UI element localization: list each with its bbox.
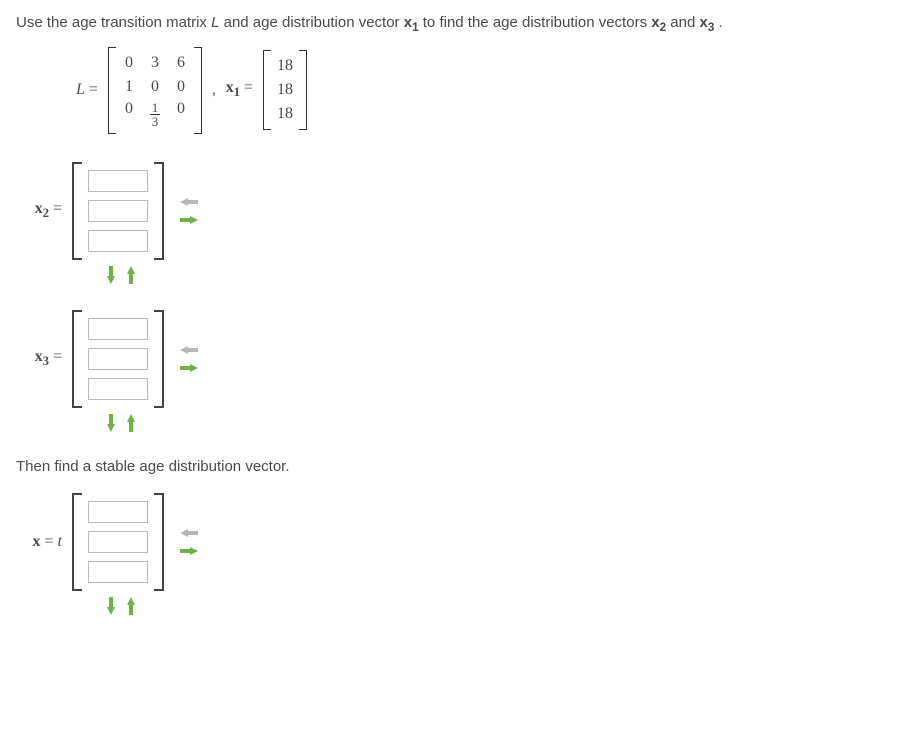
add-column-icon[interactable] (180, 544, 198, 558)
symbol-x2: x2 (651, 14, 666, 31)
symbol-L: L (211, 14, 219, 31)
L-0-2: 6 (174, 55, 188, 71)
x1-1: 18 (277, 82, 293, 98)
answer-x3-row: x3 = (16, 310, 900, 408)
matrix-L: 0 3 6 1 0 0 0 1 3 0 (108, 47, 202, 134)
remove-row-icon[interactable] (124, 414, 138, 432)
L-0-1: 3 (148, 55, 162, 71)
remove-row-icon[interactable] (124, 266, 138, 284)
x3-input-1[interactable] (88, 348, 148, 370)
vector-x1: 18 18 18 (263, 50, 307, 130)
x3-input-2[interactable] (88, 378, 148, 400)
text: to find the age distribution vectors (423, 14, 651, 31)
text: and age distribution vector (224, 14, 404, 31)
xt-row-controls (104, 597, 900, 615)
xt-input-1[interactable] (88, 531, 148, 553)
x3-input-0[interactable] (88, 318, 148, 340)
answer-xt-row: x = t (16, 493, 900, 591)
x2-input-2[interactable] (88, 230, 148, 252)
L-2-0: 0 (122, 101, 136, 128)
add-column-icon[interactable] (180, 361, 198, 375)
L-1-1: 0 (148, 79, 162, 95)
answer-matrix-x3 (72, 310, 164, 408)
x2-input-1[interactable] (88, 200, 148, 222)
x2-label: x2 = (16, 200, 62, 221)
L-0-0: 0 (122, 55, 136, 71)
add-row-icon[interactable] (104, 266, 118, 284)
x1-2: 18 (277, 106, 293, 122)
L-2-1: 1 3 (148, 101, 162, 128)
stable-instruction: Then find a stable age distribution vect… (16, 458, 900, 475)
L-1-2: 0 (174, 79, 188, 95)
symbol-x1: x1 (404, 14, 419, 31)
answer-matrix-xt (72, 493, 164, 591)
text: and (670, 14, 699, 31)
x3-row-controls (104, 414, 900, 432)
L-2-2: 0 (174, 101, 188, 128)
xt-input-0[interactable] (88, 501, 148, 523)
answer-matrix-x2 (72, 162, 164, 260)
remove-column-icon[interactable] (180, 343, 198, 357)
comma: , (212, 82, 216, 99)
x2-input-0[interactable] (88, 170, 148, 192)
add-column-icon[interactable] (180, 213, 198, 227)
x2-row-controls (104, 266, 900, 284)
symbol-x3: x3 (699, 14, 714, 31)
remove-column-icon[interactable] (180, 195, 198, 209)
L-1-0: 1 (122, 79, 136, 95)
L-label: L = (76, 81, 98, 99)
x1-label: x1 = (226, 79, 253, 100)
x1-0: 18 (277, 58, 293, 74)
remove-column-icon[interactable] (180, 526, 198, 540)
remove-row-icon[interactable] (124, 597, 138, 615)
add-row-icon[interactable] (104, 597, 118, 615)
xt-input-2[interactable] (88, 561, 148, 583)
add-row-icon[interactable] (104, 414, 118, 432)
text: . (719, 14, 723, 31)
text: Use the age transition matrix (16, 14, 211, 31)
answer-x2-row: x2 = (16, 162, 900, 260)
x3-label: x3 = (16, 348, 62, 369)
given-equations: L = 0 3 6 1 0 0 0 1 3 (76, 47, 900, 134)
problem-statement: Use the age transition matrix L and age … (16, 12, 900, 37)
xt-label: x = t (16, 533, 62, 551)
